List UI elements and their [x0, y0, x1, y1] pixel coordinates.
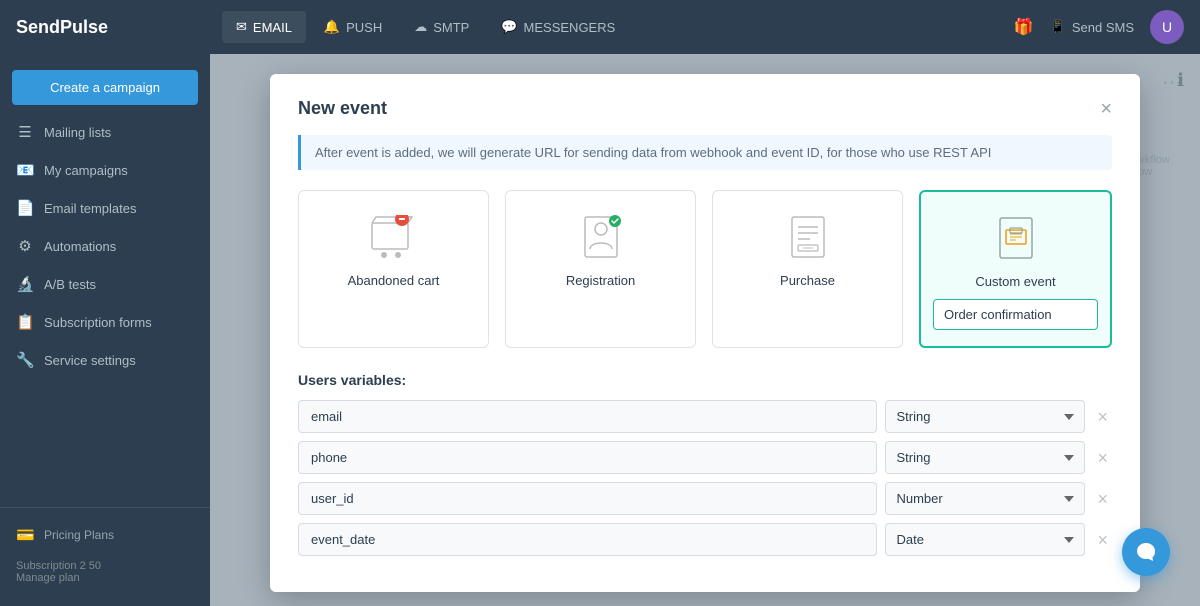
purchase-label: Purchase	[780, 273, 835, 288]
send-sms-button[interactable]: 📱 Send SMS	[1050, 19, 1134, 35]
layout: Create a campaign ☰ Mailing lists 📧 My c…	[0, 54, 1200, 606]
chat-button[interactable]	[1122, 528, 1170, 576]
modal-overlay: New event × After event is added, we wil…	[210, 54, 1200, 606]
sms-icon: 📱	[1050, 19, 1066, 35]
close-button[interactable]: ×	[1100, 99, 1112, 119]
variable-row-event-date: String Number Date Boolean ×	[298, 523, 1112, 556]
variable-row-user-id: String Number Date Boolean ×	[298, 482, 1112, 515]
variable-type-email[interactable]: String Number Date Boolean	[885, 400, 1085, 433]
event-card-custom[interactable]: Custom event	[919, 190, 1112, 348]
variable-row-email: String Number Date Boolean ×	[298, 400, 1112, 433]
settings-icon: 🔧	[16, 351, 34, 369]
campaigns-icon: 📧	[16, 161, 34, 179]
remove-event-date-button[interactable]: ×	[1093, 529, 1112, 551]
remove-phone-button[interactable]: ×	[1093, 447, 1112, 469]
variable-name-user-id[interactable]	[298, 482, 877, 515]
nav-item-email[interactable]: ✉ EMAIL	[222, 11, 306, 43]
nav-item-messengers[interactable]: 💬 MESSENGERS	[487, 11, 629, 43]
variable-name-phone[interactable]	[298, 441, 877, 474]
variable-row-phone: String Number Date Boolean ×	[298, 441, 1112, 474]
nav-right: 🎁 📱 Send SMS U	[998, 10, 1200, 44]
abandoned-cart-label: Abandoned cart	[348, 273, 440, 288]
push-icon: 🔔	[324, 19, 340, 35]
registration-icon	[575, 211, 627, 263]
templates-icon: 📄	[16, 199, 34, 217]
nav-item-push[interactable]: 🔔 PUSH	[310, 11, 396, 43]
variable-name-email[interactable]	[298, 400, 877, 433]
sidebar-item-ab-tests[interactable]: 🔬 A/B tests	[0, 265, 210, 303]
remove-user-id-button[interactable]: ×	[1093, 488, 1112, 510]
sidebar-bottom: 💳 Pricing Plans Subscription 2 50 Manage…	[0, 507, 210, 598]
custom-event-name-input[interactable]	[933, 299, 1098, 330]
email-icon: ✉	[236, 19, 247, 35]
modal-title: New event	[298, 98, 387, 119]
nav-items: ✉ EMAIL 🔔 PUSH ☁ SMTP 💬 MESSENGERS	[210, 11, 998, 43]
event-cards: Abandoned cart	[298, 190, 1112, 348]
messengers-icon: 💬	[501, 19, 517, 35]
subscription-info: Subscription 2 50 Manage plan	[0, 554, 210, 590]
variables-title: Users variables:	[298, 372, 1112, 388]
gift-icon[interactable]: 🎁	[1014, 17, 1034, 37]
new-event-modal: New event × After event is added, we wil…	[270, 74, 1140, 592]
sidebar-item-service-settings[interactable]: 🔧 Service settings	[0, 341, 210, 379]
top-nav: SendPulse ✉ EMAIL 🔔 PUSH ☁ SMTP 💬 MESSEN…	[0, 0, 1200, 54]
create-campaign-button[interactable]: Create a campaign	[12, 70, 198, 105]
variable-type-phone[interactable]: String Number Date Boolean	[885, 441, 1085, 474]
main-content: ⋯ workflow kflow t ℹ New event × After e…	[210, 54, 1200, 606]
abandoned-cart-icon	[368, 211, 420, 263]
automations-icon: ⚙	[16, 237, 34, 255]
modal-info-banner: After event is added, we will generate U…	[298, 135, 1112, 170]
smtp-icon: ☁	[414, 19, 427, 35]
sidebar-item-email-templates[interactable]: 📄 Email templates	[0, 189, 210, 227]
event-card-abandoned-cart[interactable]: Abandoned cart	[298, 190, 489, 348]
user-avatar[interactable]: U	[1150, 10, 1184, 44]
logo-area: SendPulse	[0, 0, 210, 54]
mailing-lists-icon: ☰	[16, 123, 34, 141]
nav-item-smtp[interactable]: ☁ SMTP	[400, 11, 483, 43]
custom-event-icon	[990, 212, 1042, 264]
sidebar-item-automations[interactable]: ⚙ Automations	[0, 227, 210, 265]
sidebar-item-mailing-lists[interactable]: ☰ Mailing lists	[0, 113, 210, 151]
modal-header: New event ×	[298, 98, 1112, 119]
registration-label: Registration	[566, 273, 635, 288]
event-card-registration[interactable]: Registration	[505, 190, 696, 348]
sidebar-item-pricing-plans[interactable]: 💳 Pricing Plans	[0, 516, 210, 554]
sidebar: Create a campaign ☰ Mailing lists 📧 My c…	[0, 54, 210, 606]
remove-email-button[interactable]: ×	[1093, 406, 1112, 428]
event-card-purchase[interactable]: Purchase	[712, 190, 903, 348]
variable-type-event-date[interactable]: String Number Date Boolean	[885, 523, 1085, 556]
variable-type-user-id[interactable]: String Number Date Boolean	[885, 482, 1085, 515]
subscriptions-icon: 📋	[16, 313, 34, 331]
users-variables-section: Users variables: String Number Date Bool…	[298, 372, 1112, 556]
sidebar-item-my-campaigns[interactable]: 📧 My campaigns	[0, 151, 210, 189]
variable-name-event-date[interactable]	[298, 523, 877, 556]
sidebar-item-subscriptions[interactable]: 📋 Subscription forms	[0, 303, 210, 341]
pricing-icon: 💳	[16, 526, 34, 544]
purchase-icon	[782, 211, 834, 263]
logo: SendPulse	[16, 17, 108, 38]
custom-event-label: Custom event	[975, 274, 1055, 289]
ab-tests-icon: 🔬	[16, 275, 34, 293]
